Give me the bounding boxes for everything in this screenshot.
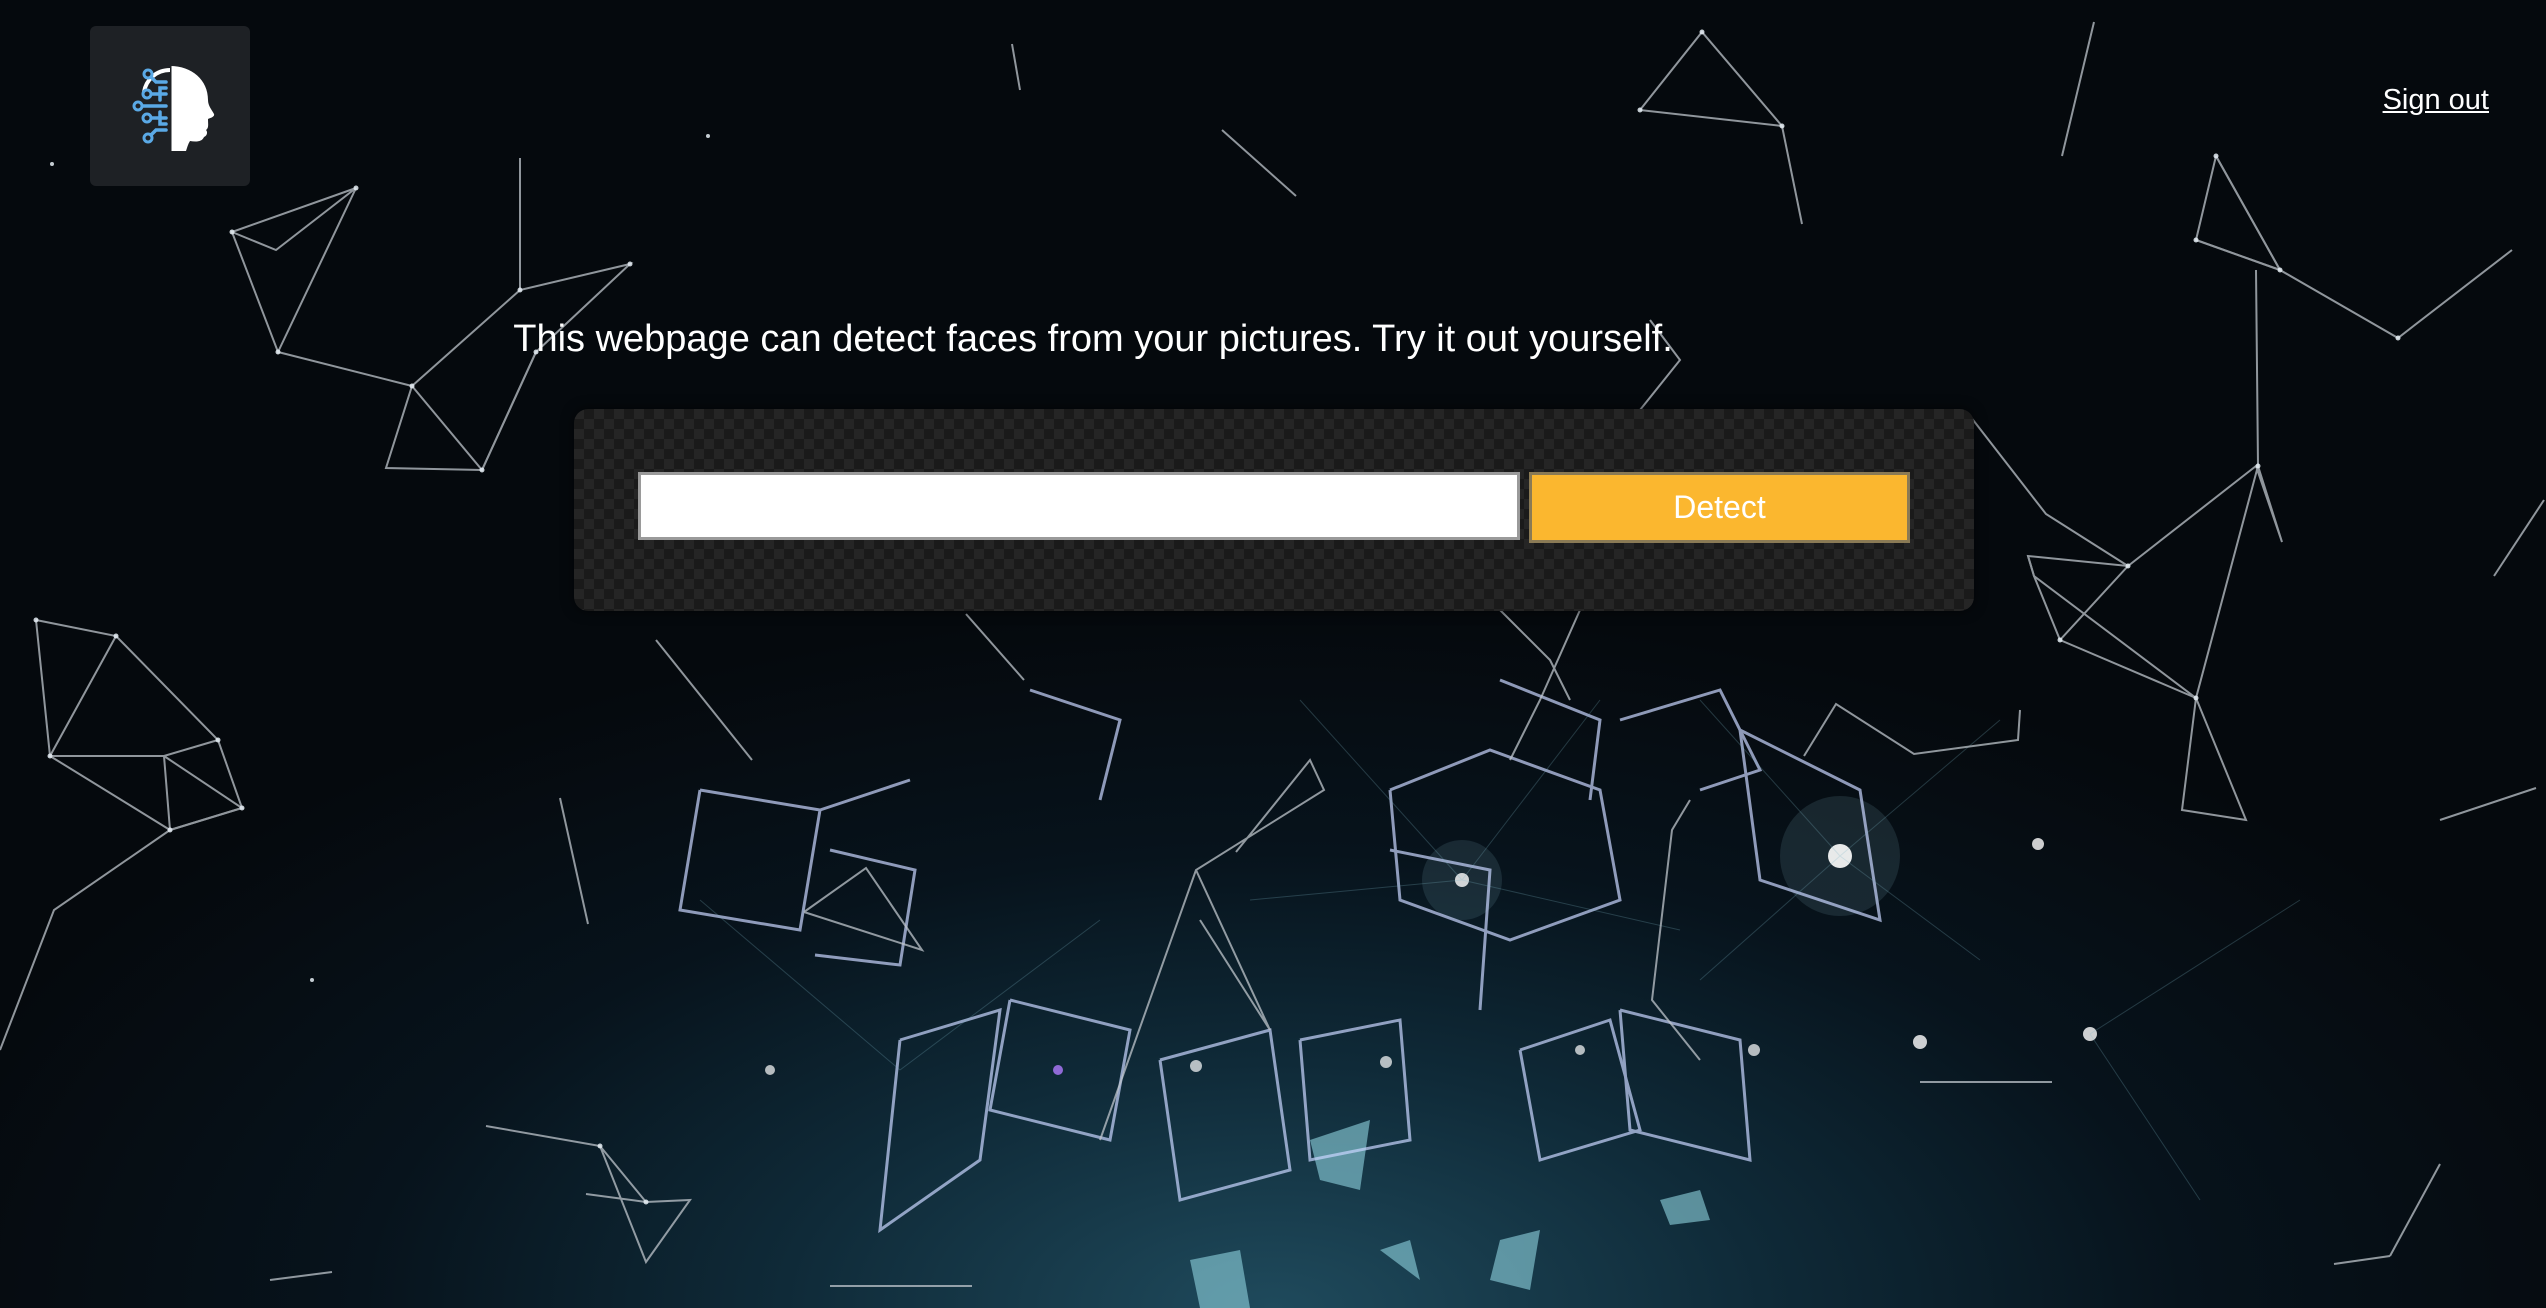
light-streaks xyxy=(699,699,2301,1201)
sign-out-link[interactable]: Sign out xyxy=(2383,84,2489,117)
page-tagline: This webpage can detect faces from your … xyxy=(513,318,1673,360)
image-url-form: Detect xyxy=(574,409,1974,611)
background-lights xyxy=(765,796,2097,1075)
particle-network-background xyxy=(0,21,2545,1308)
image-url-input[interactable] xyxy=(638,472,1520,540)
glass-shards xyxy=(1190,1120,1710,1308)
detect-button[interactable]: Detect xyxy=(1529,472,1910,543)
network-lines xyxy=(0,21,2545,1287)
app-logo[interactable] xyxy=(90,26,250,186)
ai-face-brain-icon xyxy=(132,66,215,151)
cube-lines xyxy=(678,678,1882,1234)
network-nodes xyxy=(33,29,2401,1205)
